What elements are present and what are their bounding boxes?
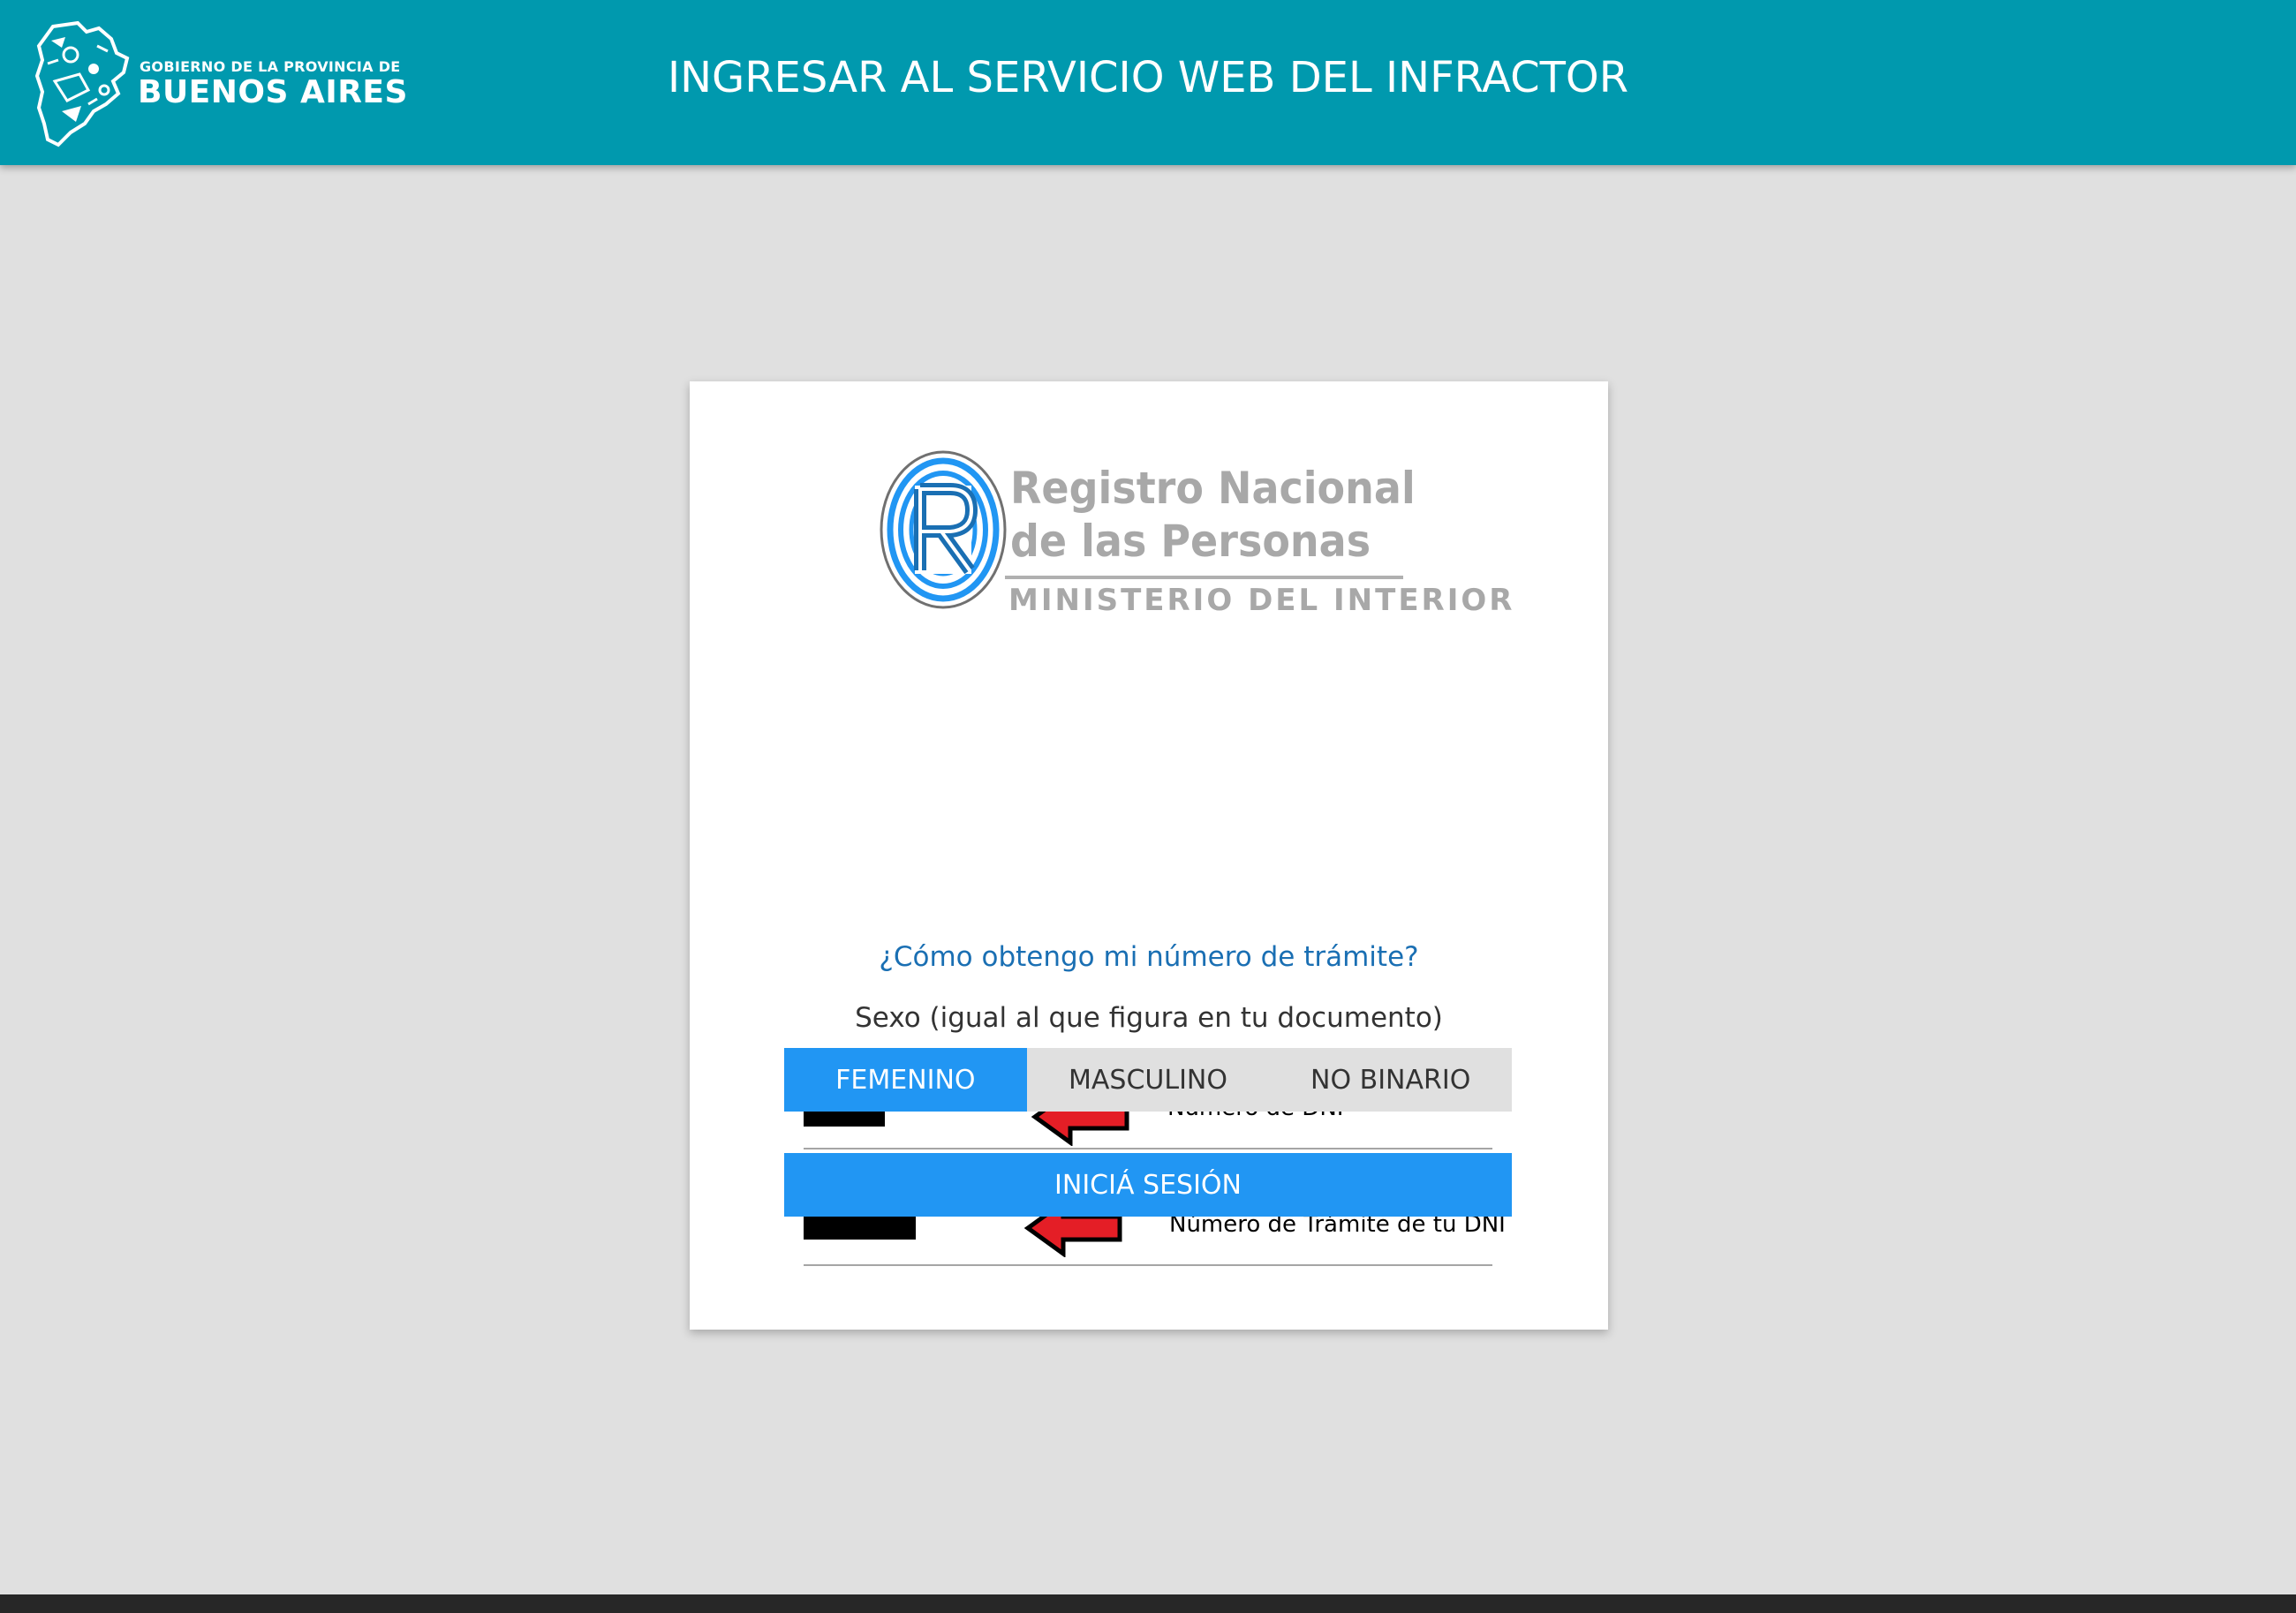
sexo-option-no-binario[interactable]: NO BINARIO: [1269, 1048, 1513, 1112]
field-underline: [804, 1148, 1492, 1149]
page-title: INGRESAR AL SERVICIO WEB DEL INFRACTOR: [667, 53, 1629, 102]
sexo-label: Sexo (igual al que figura en tu document…: [855, 1002, 1443, 1034]
sexo-option-femenino[interactable]: FEMENINO: [784, 1048, 1027, 1112]
brand-subtitle: GOBIERNO DE LA PROVINCIA DE: [140, 58, 401, 75]
brand-name: BUENOS AIRES: [138, 74, 408, 110]
top-header: GOBIERNO DE LA PROVINCIA DE BUENOS AIRES…: [0, 0, 2296, 165]
field-underline: [804, 1264, 1492, 1266]
brand-logo[interactable]: GOBIERNO DE LA PROVINCIA DE BUENOS AIRES: [35, 19, 407, 147]
logo-text-ministerio: MINISTERIO DEL INTERIOR: [1008, 583, 1515, 618]
province-map-logo-icon: [35, 20, 130, 147]
sexo-option-masculino[interactable]: MASCULINO: [1026, 1048, 1270, 1112]
footer-bar: [0, 1594, 2296, 1613]
logo-text-registro: Registro Nacional: [1010, 463, 1416, 514]
renaper-r-logo-icon: [880, 450, 1007, 609]
sexo-selector: FEMENINO MASCULINO NO BINARIO: [784, 1048, 1513, 1112]
login-button[interactable]: INICIÁ SESIÓN: [784, 1153, 1512, 1217]
tramite-help-link[interactable]: ¿Cómo obtengo mi número de trámite?: [690, 941, 1608, 973]
logo-text-personas: de las Personas: [1010, 516, 1371, 567]
renaper-logo: Registro Nacional de las Personas MINIST…: [880, 450, 1512, 627]
logo-divider: [1005, 576, 1403, 579]
login-card: Registro Nacional de las Personas MINIST…: [690, 381, 1608, 1330]
